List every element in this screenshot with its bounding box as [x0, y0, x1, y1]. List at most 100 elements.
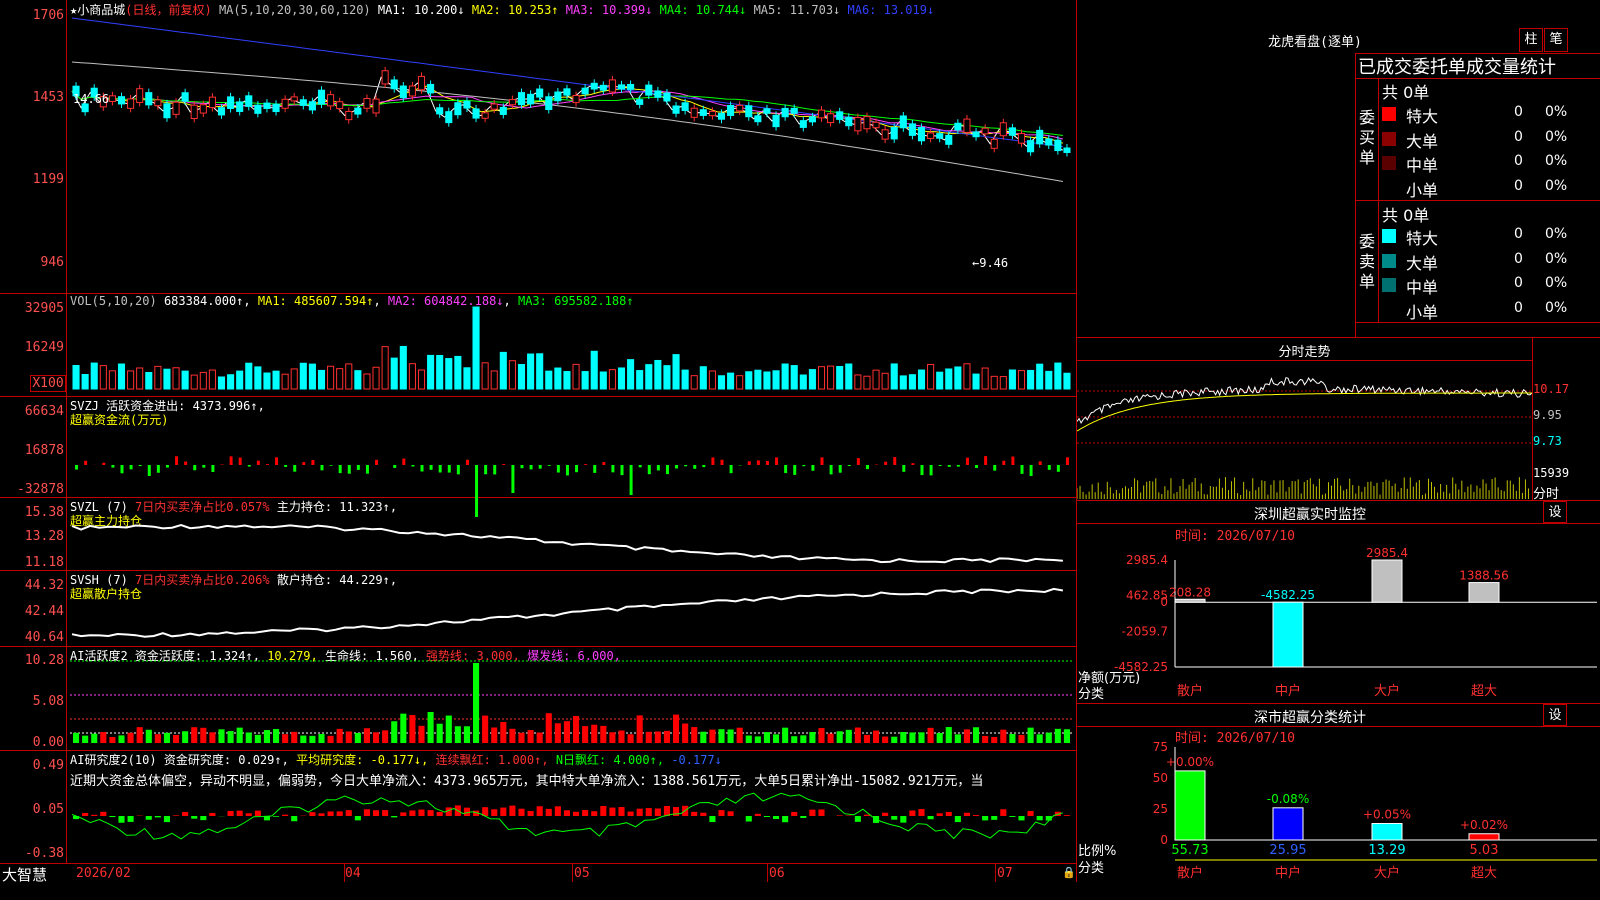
intraday-price-line: [1077, 376, 1532, 424]
ai-bar: [163, 732, 170, 743]
ai-bar: [309, 735, 316, 743]
volume-bar: [263, 372, 271, 390]
dragon-title: 龙虎看盘(逐单): [1268, 35, 1362, 50]
volume-bar: [763, 371, 771, 390]
ai2-bar: [636, 808, 643, 816]
intraday-title: 分时走势: [1278, 345, 1331, 360]
sz-monitor-category-label: 大户: [1374, 683, 1400, 699]
candle: [908, 123, 916, 136]
tick-view-button[interactable]: 笔: [1544, 28, 1568, 52]
volume-bar: [636, 370, 644, 390]
candle: [954, 122, 962, 131]
ai-bar: [1063, 729, 1070, 743]
ai-bar: [709, 729, 716, 743]
sz-class-change-label: +0.00%: [1166, 755, 1214, 769]
candle: [190, 104, 198, 120]
intraday-chart[interactable]: [1077, 361, 1532, 500]
ai2-bar: [654, 808, 661, 816]
ai-bar: [382, 730, 389, 743]
volume-bar: [399, 345, 407, 390]
volume-bar: [517, 364, 526, 390]
sz-class-change-label: +0.02%: [1460, 818, 1508, 832]
sz-class-axis-label: 75: [1153, 742, 1168, 754]
ai-bar: [100, 732, 107, 743]
sz-monitor-bar: [1371, 559, 1403, 603]
ai2-bar: [145, 816, 152, 820]
ai-bar: [1018, 734, 1025, 743]
color-swatch: [1382, 229, 1396, 243]
ai-bar: [300, 735, 307, 743]
candle: [745, 105, 753, 118]
ai2-bar: [118, 816, 125, 823]
candle: [108, 95, 116, 102]
ai2-bar: [518, 808, 525, 816]
sz-monitor-settings-button[interactable]: 设: [1543, 501, 1567, 523]
candle: [454, 102, 462, 116]
ai2-bar: [127, 816, 134, 822]
ai-bar: [600, 725, 607, 743]
ai-bar: [673, 714, 680, 743]
volume-bar: [163, 368, 171, 390]
candle: [808, 116, 816, 123]
volume-bar: [1054, 362, 1062, 390]
candle: [308, 101, 316, 111]
ai-bar: [82, 735, 89, 743]
ai2-bar: [991, 816, 998, 820]
ai-bar: [245, 732, 252, 743]
ai-bar: [873, 730, 880, 743]
order-table-title: 已成交委托单成交量统计: [1358, 57, 1556, 78]
volume-bar: [681, 369, 689, 390]
volume-bar: [945, 368, 953, 390]
color-swatch: [1382, 303, 1396, 317]
ai-bar: [863, 734, 870, 743]
candle: [136, 88, 144, 103]
volume-bar: [454, 355, 462, 390]
ai2-bar: [436, 811, 443, 816]
ai-bar: [154, 734, 161, 743]
sz-class-category-label: 中户: [1275, 865, 1301, 881]
ai2-bar: [209, 812, 216, 816]
column-view-button[interactable]: 柱: [1519, 28, 1543, 52]
ai2-bar: [582, 810, 589, 816]
lock-icon[interactable]: 🔒: [1062, 866, 1076, 879]
sz-monitor-title-line: [1077, 523, 1600, 524]
ai-bar: [991, 736, 998, 743]
ai-bar: [536, 732, 543, 743]
order-row-name: 小单: [1406, 302, 1439, 322]
ai-bar: [573, 715, 580, 743]
candle: [527, 93, 535, 105]
sz-class-category-label: 散户: [1177, 865, 1203, 881]
x-axis-label: 07: [997, 866, 1013, 881]
candle: [463, 100, 471, 109]
x-axis-label: 06: [769, 866, 785, 881]
ai2-bar: [427, 810, 434, 816]
ai-bar: [736, 727, 743, 743]
volume-bar: [1036, 363, 1044, 390]
intraday-bottom-line: [1077, 500, 1600, 501]
ai-bar: [173, 734, 180, 743]
sz-monitor-axis-label: 2985.4: [1126, 553, 1168, 567]
candle: [827, 113, 835, 124]
volume-bar: [699, 366, 707, 390]
ai-bar: [618, 730, 625, 743]
ai-bar: [1045, 732, 1052, 743]
candle: [590, 82, 598, 90]
volume-bar: [981, 367, 989, 390]
ai-bar: [627, 734, 634, 743]
x-tick: [767, 864, 768, 882]
order-row-value: 0: [1514, 153, 1523, 169]
sz-class-settings-button[interactable]: 设: [1543, 704, 1567, 726]
main-chart-canvas[interactable]: [0, 0, 1077, 864]
ai2-bar: [309, 812, 316, 816]
color-swatch: [1382, 181, 1396, 195]
volume-bar: [617, 367, 626, 390]
ai2-bar: [863, 814, 870, 816]
candle: [390, 79, 398, 90]
order-row-value: 0: [1514, 250, 1523, 267]
ai-bar: [782, 727, 789, 743]
sz-monitor-axis-label: -2059.7: [1122, 624, 1168, 638]
candle: [327, 94, 335, 107]
volume-bar: [836, 365, 844, 390]
ai-bar: [827, 733, 834, 743]
ai-bar: [791, 736, 798, 743]
